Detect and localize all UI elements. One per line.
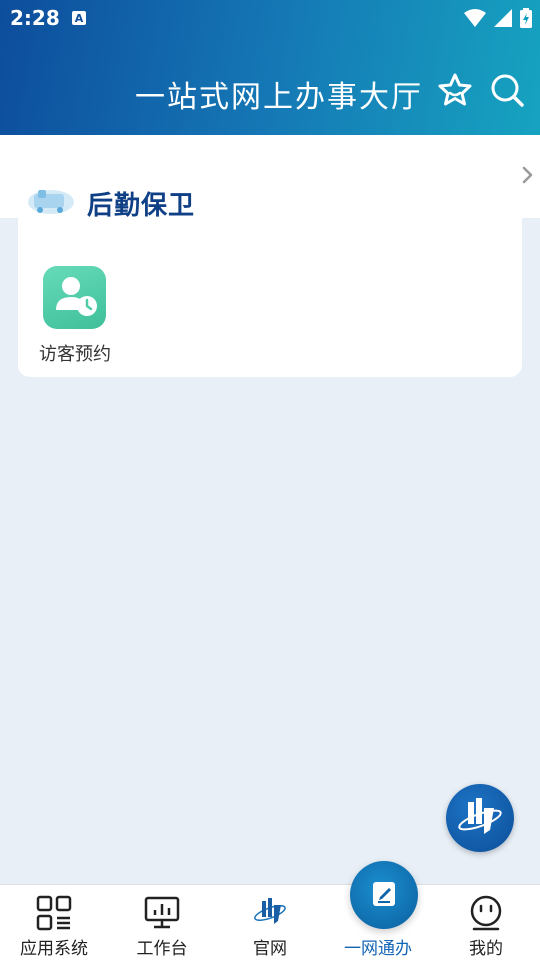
section-title: 后勤保卫 (87, 191, 196, 221)
status-time: 2:28 (10, 6, 60, 30)
tab-label: 一网通办 (344, 939, 412, 959)
status-bar: 2:28 A (0, 0, 540, 36)
tab-label: 官网 (253, 939, 287, 959)
tab-label: 应用系统 (20, 939, 88, 959)
search-icon[interactable] (489, 72, 525, 108)
chevron-right-icon[interactable] (520, 164, 534, 186)
school-logo-icon (254, 898, 286, 924)
header: 2:28 A 一站式网上办事大厅 (0, 0, 540, 135)
logistics-logo-icon (28, 190, 74, 214)
monitor-chart-icon (144, 896, 180, 929)
smiley-profile-icon (470, 895, 502, 931)
status-icons (464, 7, 532, 29)
section-header-band (0, 135, 540, 218)
school-logo-icon (458, 798, 502, 834)
school-emblem-floating-button[interactable] (446, 784, 514, 852)
keyboard-indicator-icon: A (72, 11, 86, 25)
svg-text:A: A (75, 12, 84, 25)
app-icon-bg (43, 266, 106, 329)
grid-apps-icon (36, 895, 72, 931)
tab-label: 我的 (469, 939, 503, 959)
favorite-star-icon[interactable] (437, 72, 473, 108)
bottom-tab-bar: 应用系统 工作台 官网 一网通办 我的 (0, 884, 540, 960)
tab-apps[interactable]: 应用系统 (0, 885, 108, 960)
one-stop-center-button[interactable] (350, 861, 418, 929)
edit-document-icon (373, 882, 395, 906)
battery-icon (520, 8, 532, 28)
tab-mine[interactable]: 我的 (432, 885, 540, 960)
visitor-clock-icon (56, 277, 97, 316)
tab-workbench[interactable]: 工作台 (108, 885, 216, 960)
app-tile-visitor-booking[interactable]: 访客预约 (30, 265, 120, 365)
tab-label: 工作台 (136, 939, 188, 959)
tab-official-site[interactable]: 官网 (216, 885, 324, 960)
app-label: 访客预约 (39, 344, 111, 365)
cell-signal-icon (494, 9, 512, 27)
wifi-icon (464, 9, 486, 27)
page-title: 一站式网上办事大厅 (135, 80, 423, 115)
